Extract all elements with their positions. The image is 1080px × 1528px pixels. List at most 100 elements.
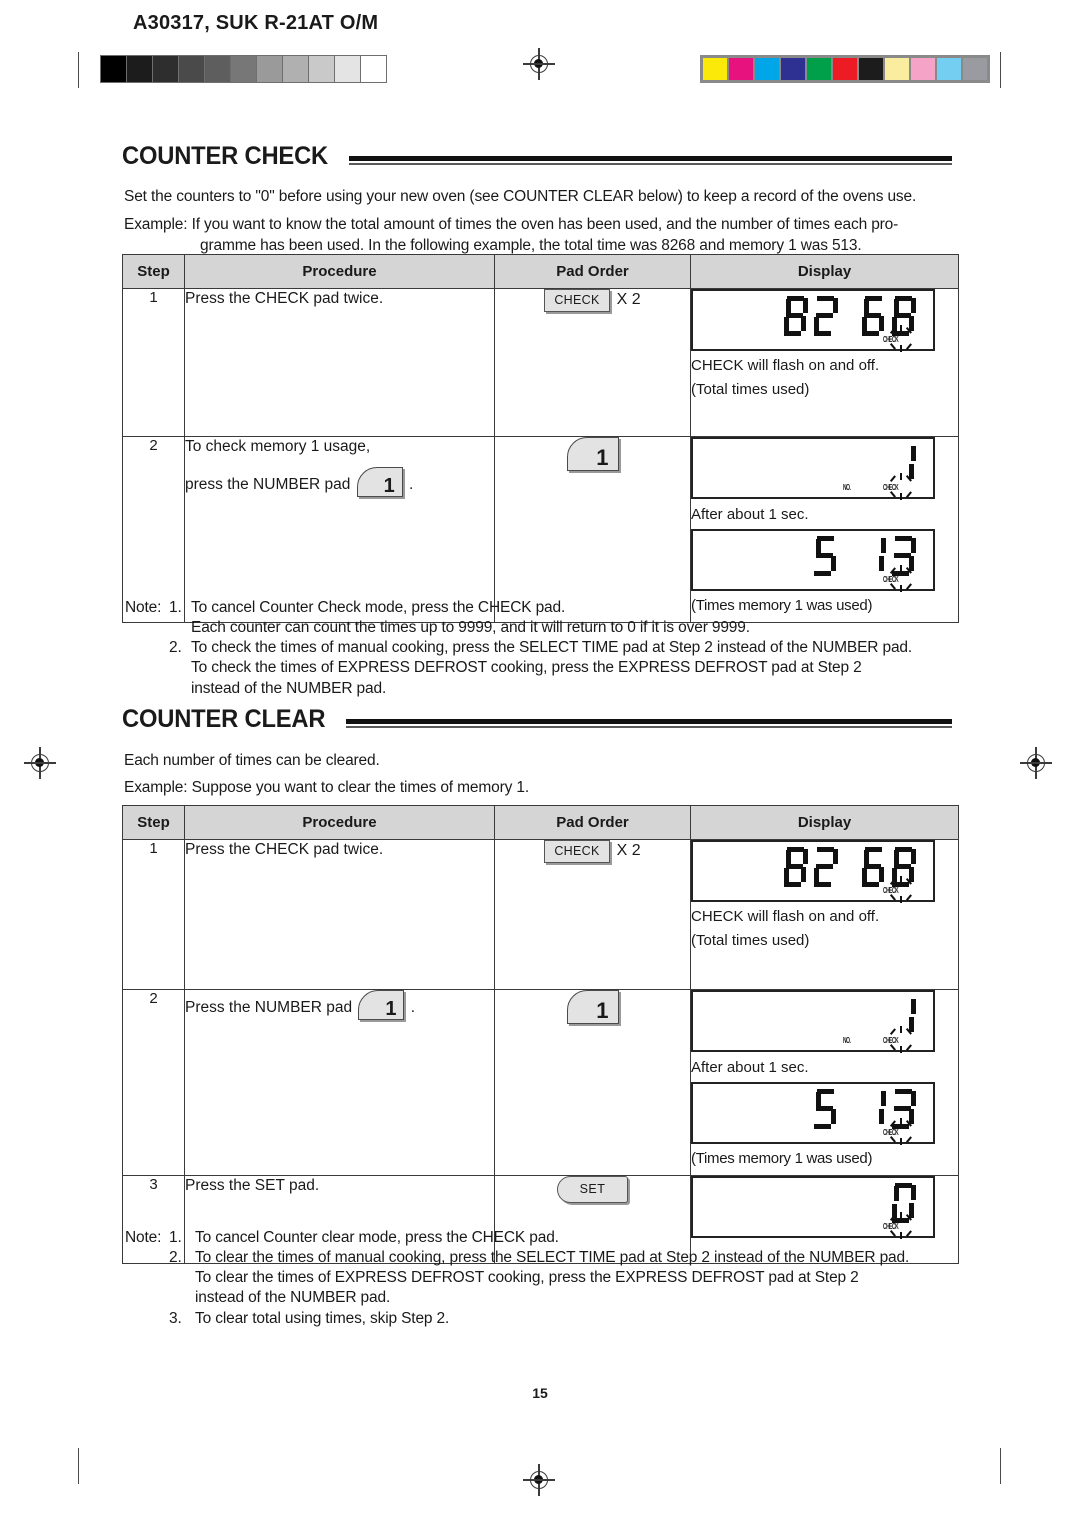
display-cell: NO. CHECK After about 1 sec. CHECK (Time… — [690, 436, 959, 623]
lcd-digit — [813, 536, 839, 577]
display-mid-caption: After about 1 sec. — [691, 506, 809, 523]
lcd-display: CHECK — [691, 840, 935, 903]
lcd-no-indicator: NO. — [843, 1036, 851, 1045]
number-pad-button[interactable]: 1 — [566, 990, 619, 1024]
note-text: To cancel Counter clear mode, press the … — [195, 1229, 559, 1246]
note-text: To clear the times of manual cooking, pr… — [195, 1249, 910, 1267]
procedure-text: Press the CHECK pad twice. — [184, 288, 495, 437]
number-pad-button[interactable]: 1 — [566, 437, 619, 471]
lcd-digit — [783, 1089, 809, 1129]
grayscale-swatch — [153, 56, 179, 82]
table-header-row: Step Procedure Pad Order Display — [122, 254, 959, 289]
color-swatch — [729, 58, 753, 80]
column-header-step: Step — [122, 805, 185, 840]
lcd-digit-gap — [843, 1089, 857, 1129]
lcd-digit — [861, 444, 887, 484]
note-item: Note: 1. To cancel Counter Check mode, pre… — [125, 598, 912, 618]
flash-marks-icon — [889, 1118, 915, 1146]
counter-check-intro-line-1: Set the counters to "0" before using you… — [124, 188, 917, 205]
lcd-digit — [783, 997, 809, 1037]
registration-mark-bottom — [523, 1464, 555, 1496]
number-pad-label: 1 — [385, 998, 397, 1020]
number-pad-label: 1 — [596, 445, 609, 470]
set-pad-button[interactable]: SET — [556, 1176, 629, 1203]
lcd-digit — [861, 1089, 887, 1129]
print-calibration-header: A30317, SUK R-21AT O/M — [0, 0, 1080, 100]
note-item: 3. To clear total using times, skip Step … — [125, 1309, 909, 1329]
step-number: 1 — [122, 288, 185, 437]
table-row: 1 Press the CHECK pad twice. CHECK X 2 C… — [122, 288, 959, 437]
grayscale-swatch — [335, 56, 361, 82]
number-pad-button[interactable]: 1 — [358, 990, 405, 1020]
procedure-text: To check memory 1 usage, press the NUMBE… — [184, 436, 495, 623]
lcd-digit-gap — [843, 847, 857, 887]
color-calibration-bar — [700, 55, 990, 83]
color-swatch — [807, 58, 831, 80]
lcd-digit-gap — [843, 296, 857, 336]
lcd-digit — [813, 444, 839, 484]
display-caption: (Times memory 1 was used) — [691, 1150, 873, 1168]
note-text: instead of the NUMBER pad. — [195, 1289, 391, 1307]
heading-rule — [346, 719, 952, 728]
pad-order-cell: CHECK X 2 — [494, 839, 691, 990]
number-pad-button[interactable]: 1 — [356, 466, 403, 497]
lcd-display: NO. CHECK — [691, 990, 935, 1053]
display-caption-2: (Total times used) — [691, 381, 810, 399]
column-header-pad-order: Pad Order — [494, 805, 691, 840]
check-pad-button[interactable]: CHECK — [544, 289, 610, 312]
lcd-digit-gap — [843, 997, 857, 1037]
note-number: 2. — [169, 639, 182, 657]
procedure-text-pre: Press the NUMBER pad — [185, 999, 353, 1016]
note-item: Note: 1. To cancel Counter clear mode, pre… — [125, 1228, 909, 1248]
column-header-step: Step — [122, 254, 185, 289]
flash-marks-icon — [889, 473, 915, 500]
procedure-line-2-period: . — [409, 475, 414, 493]
color-swatch — [911, 58, 935, 80]
grayscale-swatch — [283, 56, 309, 82]
display-cell: CHECK CHECK will flash on and off. (Tota… — [690, 288, 959, 437]
color-swatch — [833, 58, 857, 80]
procedure-line-2-text: press the NUMBER pad — [185, 475, 351, 493]
table-row: 2 To check memory 1 usage, press the NUM… — [122, 436, 959, 623]
note-text: To cancel Counter Check mode, press the … — [191, 599, 566, 616]
note-number: 1. — [169, 599, 182, 616]
display-caption-2: (Total times used) — [691, 932, 810, 950]
lcd-digit — [813, 1183, 839, 1223]
color-swatch — [755, 58, 779, 80]
lcd-digit — [783, 536, 809, 576]
procedure-text: Press the NUMBER pad 1 . — [184, 989, 495, 1176]
color-swatch — [885, 58, 909, 80]
column-header-procedure: Procedure — [184, 805, 495, 840]
lcd-display: CHECK — [691, 1082, 935, 1146]
color-swatch — [859, 58, 883, 80]
crop-tick-bottom-left — [78, 1448, 79, 1484]
section-heading-counter-check: COUNTER CHECK — [122, 144, 952, 169]
note-text: Each counter can count the times up to 9… — [191, 619, 750, 637]
counter-clear-table: Step Procedure Pad Order Display 1 Press… — [122, 805, 959, 1264]
check-pad-button[interactable]: CHECK — [544, 840, 610, 863]
note-text: To clear total using times, skip Step 2. — [195, 1309, 450, 1327]
number-pad-label: 1 — [383, 474, 395, 497]
lcd-digit — [813, 997, 839, 1037]
lcd-digit-gap — [843, 444, 857, 484]
grayscale-swatch — [179, 56, 205, 82]
lcd-digit — [861, 536, 887, 576]
lcd-digit — [813, 1089, 839, 1130]
note-text: instead of the NUMBER pad. — [191, 679, 387, 697]
document-code: A30317, SUK R-21AT O/M — [133, 12, 379, 34]
flash-marks-icon — [889, 565, 915, 593]
note-label: Note: — [125, 599, 162, 616]
page-number: 15 — [532, 1385, 548, 1401]
lcd-display: CHECK — [691, 529, 935, 593]
flash-marks-icon — [889, 325, 915, 352]
procedure-line-1: To check memory 1 usage, — [185, 438, 371, 455]
note-item-continuation: instead of the NUMBER pad. — [125, 679, 912, 699]
note-number: 1. — [169, 1229, 182, 1246]
column-header-procedure: Procedure — [184, 254, 495, 289]
counter-clear-intro-line-1: Each number of times can be cleared. — [124, 752, 380, 769]
display-caption-1: CHECK will flash on and off. — [691, 908, 880, 925]
section-title-text: COUNTER CHECK — [122, 142, 329, 170]
display-caption-1: CHECK will flash on and off. — [691, 357, 880, 374]
grayscale-swatch — [127, 56, 153, 82]
note-label: Note: — [125, 1229, 162, 1246]
